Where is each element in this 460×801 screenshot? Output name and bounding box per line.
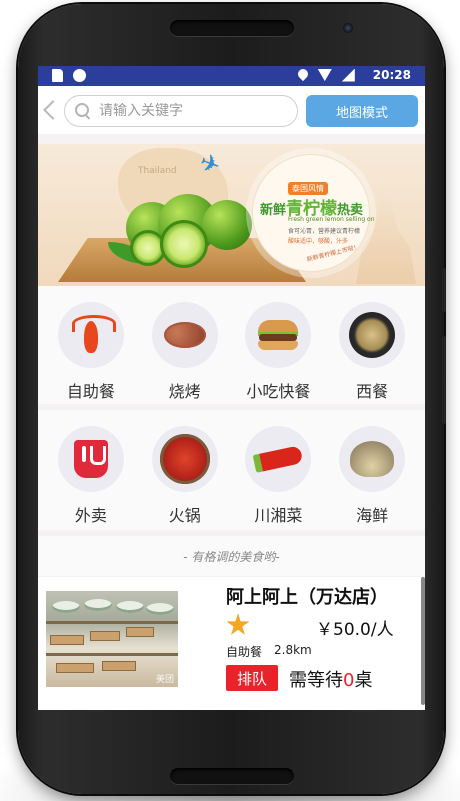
star-icon: [226, 613, 250, 635]
front-camera: [343, 23, 353, 33]
restaurant-card[interactable]: 美团 阿上阿上（万达店） ￥50.0/人 自助餐 2.8km 排队 需等待0桌: [38, 577, 425, 710]
category-label: 海鲜: [356, 506, 389, 525]
chili-icon: [253, 445, 304, 473]
banner-line: 酸味适中，够酸，汁多: [288, 238, 349, 245]
category-grid-row-1: 自助餐 烧烤 小吃快餐 西餐: [38, 286, 425, 404]
restaurant-name: 阿上阿上（万达店）: [226, 587, 388, 608]
search-header: 地图模式: [38, 86, 425, 134]
queue-badge: 排队: [226, 665, 278, 691]
sync-icon: [73, 69, 86, 82]
restaurant-price: ￥50.0/人: [316, 620, 394, 640]
search-box[interactable]: [64, 95, 298, 127]
western-plate-icon: [349, 312, 396, 358]
power-button[interactable]: [442, 268, 446, 312]
category-label: 自助餐: [66, 382, 115, 401]
wifi-icon: [317, 69, 332, 81]
restaurant-category: 自助餐: [226, 645, 263, 659]
location-icon: [298, 69, 308, 82]
category-label: 烧烤: [168, 382, 201, 401]
cell-signal-icon: [341, 68, 355, 82]
search-icon: [75, 103, 91, 119]
section-slogan: - 有格调的美食哟-: [38, 536, 425, 576]
volume-button[interactable]: [442, 336, 446, 424]
scrollbar[interactable]: [421, 577, 425, 705]
lime-slice: [160, 220, 208, 268]
category-grid-row-2: 外卖 火锅 川湘菜 海鲜: [38, 410, 425, 530]
sd-card-icon: [52, 69, 63, 82]
status-time: 20:28: [372, 68, 411, 82]
category-label: 川湘菜: [254, 506, 303, 525]
category-label: 小吃快餐: [246, 382, 311, 401]
category-buffet[interactable]: 自助餐: [46, 302, 136, 402]
app-screen: 20:28 地图模式 Thailand ✈ 泰国风情 新鲜青柠檬热卖 Fresh…: [38, 66, 425, 710]
top-speaker: [170, 20, 294, 36]
category-western[interactable]: 西餐: [327, 302, 417, 402]
banner-map-label: Thailand: [138, 166, 177, 176]
photo-watermark: 美团: [155, 675, 174, 685]
category-sichuan-hunan[interactable]: 川湘菜: [233, 426, 323, 526]
bbq-meat-icon: [163, 322, 206, 348]
burger-icon: [258, 320, 299, 350]
banner-line: 食可沁胃，营养建议青柠檬: [288, 228, 361, 235]
lobster-icon: [71, 315, 116, 355]
takeout-icon: [73, 440, 108, 478]
category-label: 外卖: [74, 506, 107, 525]
search-input[interactable]: [99, 103, 279, 119]
restaurant-meta: 自助餐 2.8km: [226, 643, 312, 660]
banner-subtitle: Fresh green lemon selling on: [288, 216, 375, 223]
category-hotpot[interactable]: 火锅: [140, 426, 230, 526]
category-label: 火锅: [168, 506, 201, 525]
category-seafood[interactable]: 海鲜: [327, 426, 417, 526]
promo-banner[interactable]: Thailand ✈ 泰国风情 新鲜青柠檬热卖 Fresh green lemo…: [38, 144, 425, 286]
category-label: 西餐: [356, 382, 389, 401]
back-arrow-icon[interactable]: [40, 97, 58, 123]
category-snacks[interactable]: 小吃快餐: [233, 302, 323, 402]
lime-fruit: [202, 200, 252, 250]
status-bar: 20:28: [38, 66, 425, 86]
map-mode-button[interactable]: 地图模式: [306, 95, 418, 127]
category-bbq[interactable]: 烧烤: [140, 302, 230, 402]
seafood-shell-icon: [350, 441, 395, 477]
bottom-speaker: [170, 768, 294, 784]
restaurant-distance: 2.8km: [274, 643, 312, 657]
restaurant-photo: 美团: [46, 591, 178, 687]
queue-wait-text: 需等待0桌: [289, 670, 373, 691]
category-takeout[interactable]: 外卖: [46, 426, 136, 526]
hotpot-icon: [159, 434, 210, 484]
queue-count: 0: [343, 670, 355, 691]
